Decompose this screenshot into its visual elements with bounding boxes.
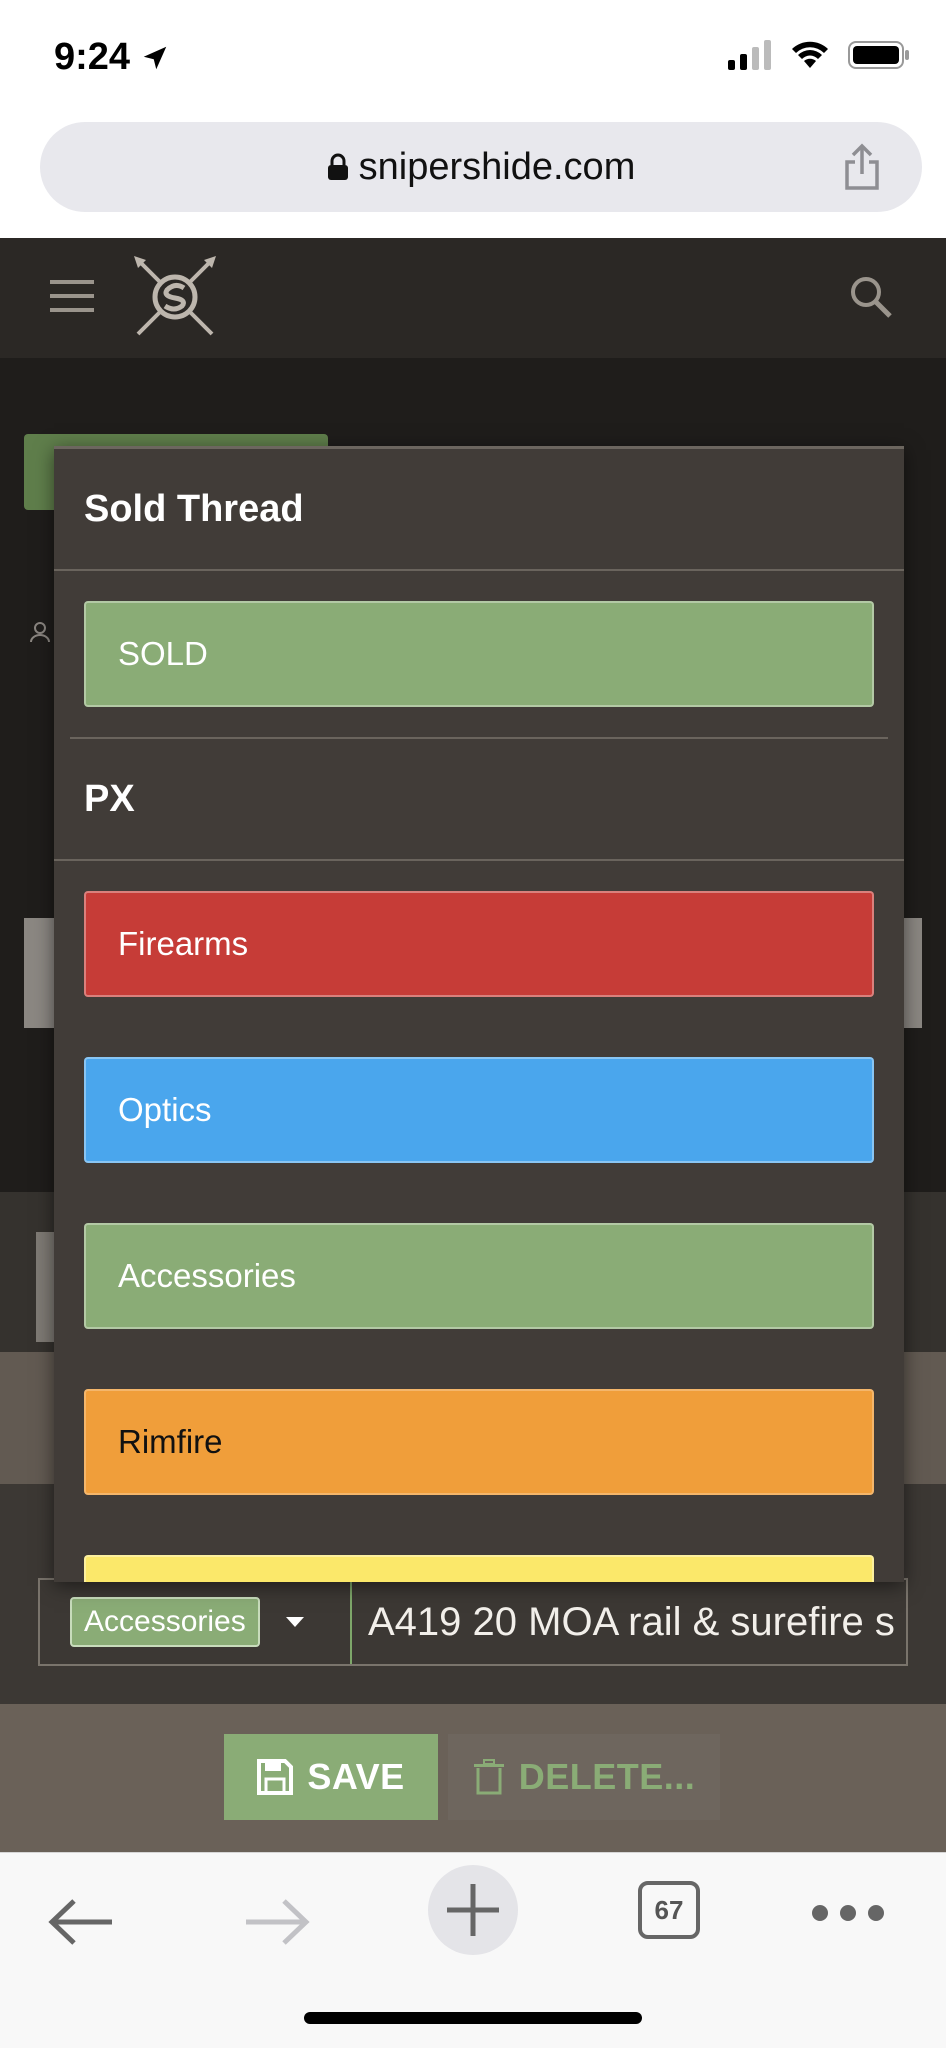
dropdown-group: SOLD [54, 571, 904, 707]
user-icon [30, 622, 50, 643]
search-icon[interactable] [848, 274, 894, 320]
battery-icon [848, 41, 909, 69]
dropdown-group-header: Sold Thread [84, 487, 304, 530]
share-icon[interactable] [842, 142, 882, 192]
option-accessories[interactable]: Accessories [84, 1223, 874, 1329]
caret-down-icon[interactable] [285, 1617, 304, 1627]
dot [868, 1905, 884, 1921]
lock-icon [327, 153, 348, 180]
browser-address-area: snipershide.com [0, 118, 946, 238]
dropdown-group: Firearms Optics Accessories Rimfire [54, 861, 904, 1582]
dot [840, 1905, 856, 1921]
dot [812, 1905, 828, 1921]
status-time: 9:24 [54, 36, 170, 79]
url-text: snipershide.com [358, 145, 636, 188]
prefix-dropdown: Sold Thread SOLD PX Firearms Optics Acce… [54, 446, 904, 1582]
delete-button[interactable]: DELETE... [448, 1734, 720, 1820]
signal-icon [728, 40, 771, 70]
option-sold[interactable]: SOLD [84, 601, 874, 707]
prefix-selector[interactable]: Accessories [40, 1580, 352, 1664]
more-icon[interactable] [812, 1905, 884, 1921]
option-partially-visible[interactable] [84, 1555, 874, 1582]
wifi-icon [792, 41, 828, 68]
delete-button-label: DELETE... [518, 1756, 696, 1797]
new-tab-button[interactable] [428, 1865, 518, 1955]
snipershide-logo-icon[interactable] [132, 254, 218, 340]
hamburger-menu-icon[interactable] [50, 278, 96, 314]
prefix-chip[interactable]: Accessories [70, 1597, 260, 1647]
thread-title-text: A419 20 MOA rail & surefire s [368, 1599, 895, 1644]
option-optics[interactable]: Optics [84, 1057, 874, 1163]
option-rimfire[interactable]: Rimfire [84, 1389, 874, 1495]
dropdown-group-header: PX [84, 777, 135, 820]
status-time-text: 9:24 [54, 36, 131, 78]
plus-icon [447, 1884, 499, 1936]
location-arrow-icon [143, 46, 167, 69]
tabs-button[interactable]: 67 [638, 1881, 700, 1939]
thread-title-input[interactable]: A419 20 MOA rail & surefire s [352, 1580, 906, 1664]
back-arrow-icon[interactable] [48, 1897, 114, 1947]
trash-icon [473, 1759, 504, 1795]
forward-arrow-icon[interactable] [244, 1897, 310, 1947]
site-header [0, 238, 946, 358]
address-bar[interactable]: snipershide.com [40, 122, 922, 212]
tab-count: 67 [654, 1894, 684, 1925]
save-button-label: SAVE [307, 1756, 405, 1797]
option-firearms[interactable]: Firearms [84, 891, 874, 997]
save-button[interactable]: SAVE [224, 1734, 438, 1820]
thread-title-row: Accessories A419 20 MOA rail & surefire … [38, 1578, 908, 1666]
status-bar: 9:24 [0, 0, 946, 118]
floppy-disk-icon [257, 1759, 294, 1795]
status-indicators [728, 40, 910, 70]
home-indicator [304, 2012, 642, 2024]
